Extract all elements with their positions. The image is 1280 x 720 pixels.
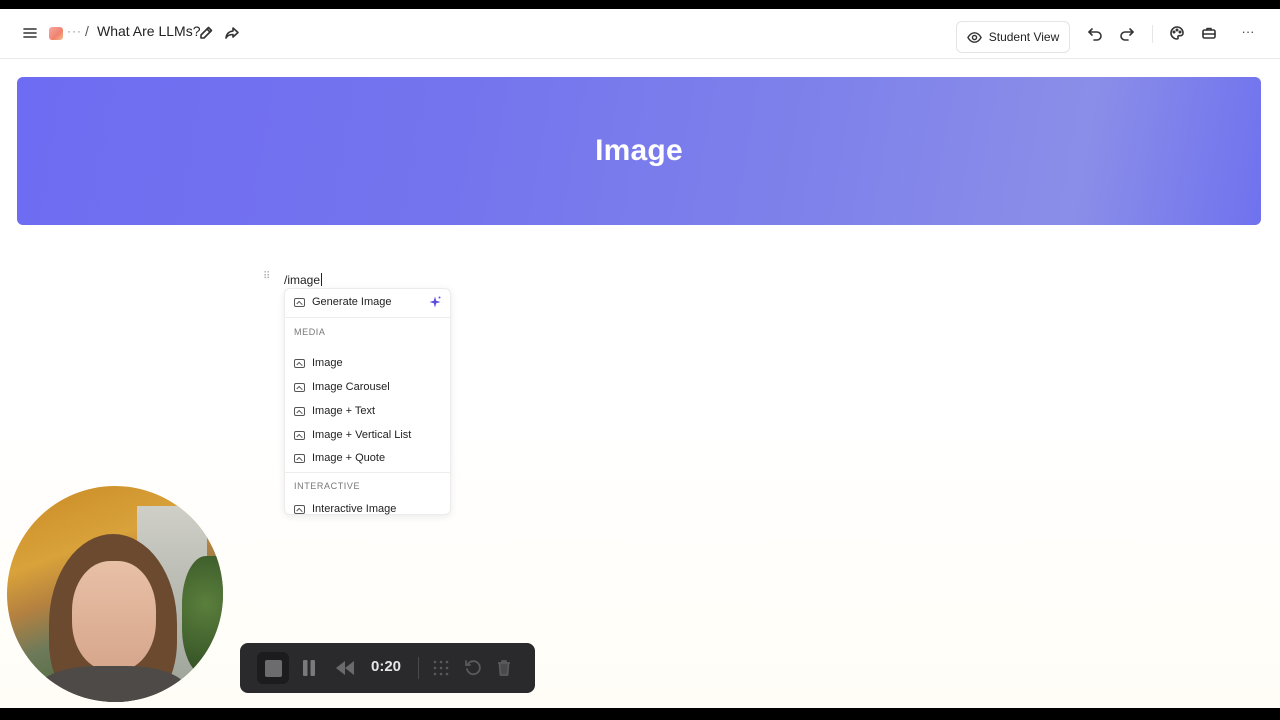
toolbar-divider [1152, 25, 1153, 43]
menu-section-label: MEDIA [294, 327, 326, 337]
menu-icon[interactable] [18, 21, 42, 45]
sparkle-icon [429, 296, 441, 308]
menu-item-image-carousel[interactable]: Image Carousel [285, 376, 450, 398]
menu-divider [285, 317, 450, 318]
menu-item-generate-image[interactable]: Generate Image [285, 291, 450, 313]
undo-icon[interactable] [1083, 21, 1107, 45]
trash-icon[interactable] [495, 659, 513, 677]
app-screen: ··· / What Are LLMs? Student View ··· Im… [0, 9, 1280, 708]
menu-item-label: Image Carousel [312, 381, 390, 393]
recorder-divider [418, 657, 419, 679]
image-icon [294, 430, 305, 440]
image-icon [294, 504, 305, 514]
draw-grid-icon[interactable] [432, 659, 450, 677]
more-options-icon[interactable]: ··· [1236, 24, 1260, 39]
image-icon [294, 406, 305, 416]
webcam-background [182, 556, 223, 676]
webcam-person [37, 666, 187, 702]
menu-section-label: INTERACTIVE [294, 481, 361, 491]
student-view-button[interactable]: Student View [956, 21, 1070, 53]
share-icon[interactable] [220, 21, 244, 45]
image-icon [294, 382, 305, 392]
menu-item-image-quote[interactable]: Image + Quote [285, 447, 450, 469]
rewind-icon[interactable] [334, 659, 356, 677]
stop-recording-button[interactable] [257, 652, 289, 684]
eye-icon [966, 31, 982, 43]
toolbox-icon[interactable] [1197, 21, 1221, 45]
banner-title: Image [595, 134, 683, 167]
webcam-bubble[interactable] [7, 486, 223, 702]
page-title[interactable]: What Are LLMs? [97, 23, 201, 39]
slash-command-menu: Generate Image MEDIA Image Image Carouse… [284, 288, 451, 515]
student-view-label: Student View [988, 30, 1060, 44]
menu-divider [285, 472, 450, 473]
menu-item-interactive-image[interactable]: Interactive Image [285, 498, 450, 520]
redo-icon[interactable] [1115, 21, 1139, 45]
workspace-logo[interactable] [49, 27, 63, 40]
webcam-person [72, 561, 156, 671]
image-icon [294, 453, 305, 463]
top-bar: ··· / What Are LLMs? Student View ··· [0, 9, 1280, 59]
breadcrumb-separator: / [85, 23, 89, 39]
image-icon [294, 358, 305, 368]
menu-item-image-text[interactable]: Image + Text [285, 400, 450, 422]
drag-handle-icon[interactable]: ⠿ [263, 272, 271, 282]
menu-item-label: Interactive Image [312, 503, 397, 515]
pause-icon[interactable] [300, 659, 318, 677]
text-caret [321, 273, 323, 286]
slash-command-input[interactable]: /image [284, 273, 323, 287]
menu-item-image-vertical-list[interactable]: Image + Vertical List [285, 424, 450, 446]
image-stack-icon [294, 297, 305, 307]
slash-command-text: /image [284, 273, 321, 287]
menu-item-image[interactable]: Image [285, 352, 450, 374]
palette-icon[interactable] [1165, 21, 1189, 45]
recording-timer: 0:20 [371, 658, 402, 675]
recording-controls: 0:20 [240, 643, 535, 693]
stop-icon [264, 659, 282, 677]
menu-item-label: Generate Image [312, 296, 392, 308]
menu-item-label: Image + Quote [312, 452, 386, 464]
lesson-banner[interactable]: Image [17, 77, 1261, 225]
menu-item-label: Image + Text [312, 405, 376, 417]
menu-item-label: Image + Vertical List [312, 429, 412, 441]
breadcrumb-ellipsis[interactable]: ··· [67, 24, 82, 38]
menu-item-label: Image [312, 357, 343, 369]
restart-icon[interactable] [464, 659, 482, 677]
pencil-icon[interactable] [194, 21, 218, 45]
